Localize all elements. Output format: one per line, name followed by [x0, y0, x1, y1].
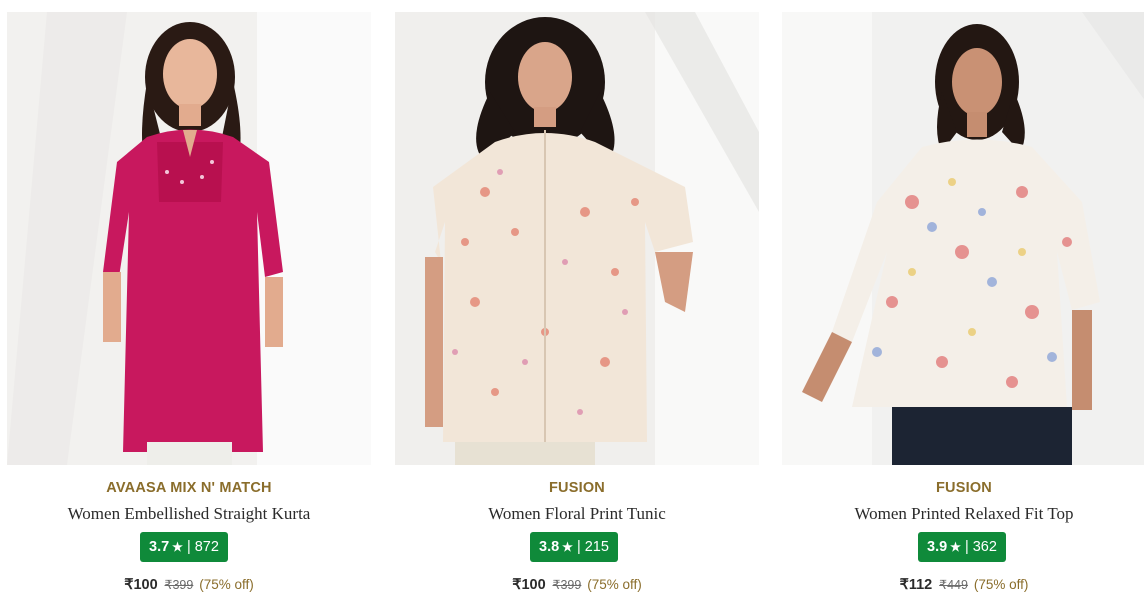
product-grid: AVAASA MIX N' MATCH Women Embellished St…	[0, 0, 1144, 607]
original-price: ₹399	[552, 578, 582, 592]
rating-badge: 3.8 ★ | 215	[530, 532, 618, 562]
price-row: ₹100 ₹399 (75% off)	[395, 576, 759, 593]
floral-top-photo	[782, 12, 1144, 465]
product-title[interactable]: Women Floral Print Tunic	[395, 504, 759, 524]
selling-price: ₹100	[512, 577, 546, 593]
product-card[interactable]: AVAASA MIX N' MATCH Women Embellished St…	[7, 12, 371, 602]
original-price: ₹399	[164, 578, 194, 592]
product-image[interactable]	[7, 12, 371, 465]
rating-separator: |	[186, 539, 191, 555]
rating-separator: |	[964, 539, 969, 555]
product-brand[interactable]: FUSION	[395, 480, 759, 496]
star-icon: ★	[950, 540, 961, 554]
rating-count: 872	[194, 539, 219, 555]
selling-price: ₹100	[124, 577, 158, 593]
product-card[interactable]: FUSION Women Floral Print Tunic 3.8 ★ | …	[395, 12, 759, 602]
product-image[interactable]	[395, 12, 759, 465]
discount-label: (75% off)	[587, 577, 642, 592]
rating-badge: 3.9 ★ | 362	[918, 532, 1006, 562]
star-icon: ★	[562, 540, 573, 554]
selling-price: ₹112	[899, 577, 933, 593]
rating-count: 215	[584, 539, 609, 555]
product-brand[interactable]: FUSION	[782, 480, 1144, 496]
rating-value: 3.7	[149, 539, 170, 555]
discount-label: (75% off)	[973, 577, 1029, 592]
floral-tunic-photo	[395, 12, 759, 465]
original-price: ₹449	[939, 578, 968, 592]
product-image[interactable]	[782, 12, 1144, 465]
product-title[interactable]: Women Embellished Straight Kurta	[7, 504, 371, 524]
product-brand[interactable]: AVAASA MIX N' MATCH	[7, 480, 371, 496]
price-row: ₹100 ₹399 (75% off)	[7, 576, 371, 593]
discount-label: (75% off)	[199, 577, 254, 592]
rating-value: 3.8	[539, 539, 560, 555]
product-card[interactable]: FUSION Women Printed Relaxed Fit Top 3.9…	[782, 12, 1144, 602]
rating-count: 362	[972, 539, 997, 555]
rating-badge: 3.7 ★ | 872	[140, 532, 228, 562]
pink-kurta-photo	[7, 12, 371, 465]
rating-value: 3.9	[927, 539, 948, 555]
price-row: ₹112 ₹449 (75% off)	[782, 576, 1144, 593]
product-title[interactable]: Women Printed Relaxed Fit Top	[782, 504, 1144, 524]
star-icon: ★	[172, 540, 183, 554]
rating-separator: |	[576, 539, 581, 555]
